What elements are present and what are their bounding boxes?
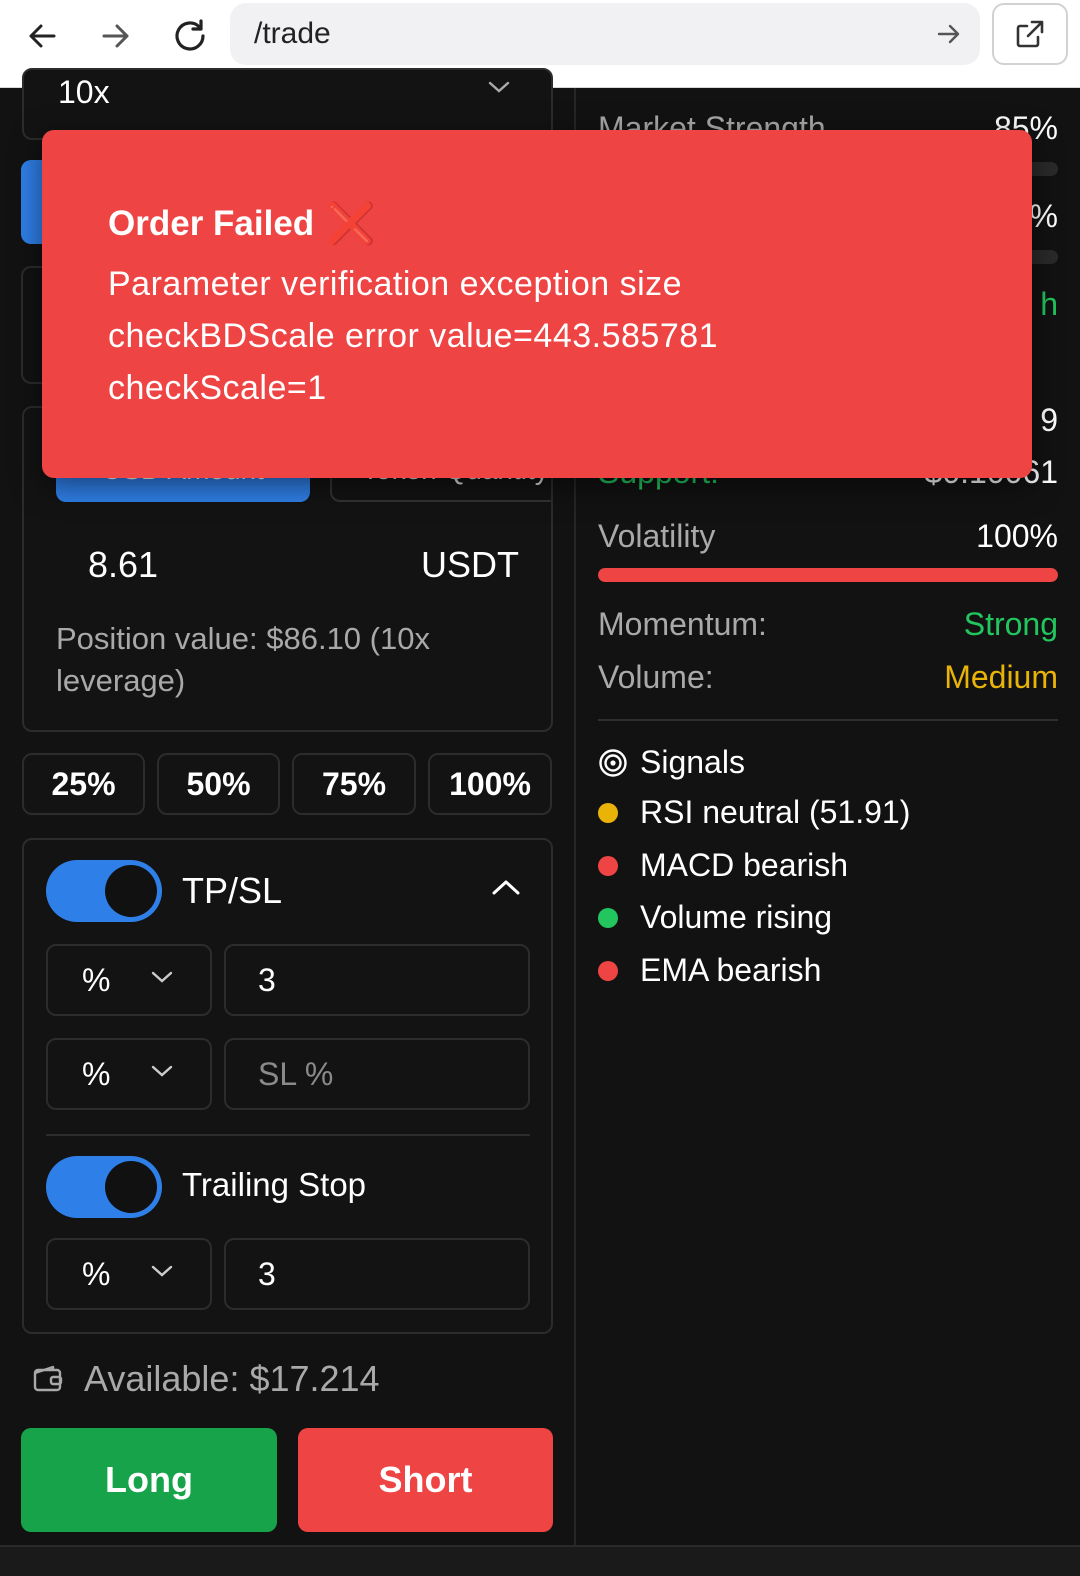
toggle-knob <box>105 865 157 917</box>
signal-dot <box>598 802 618 823</box>
divider <box>46 1134 530 1136</box>
trailing-unit-select[interactable]: % <box>46 1238 212 1310</box>
indicator-row-4-value: 9 <box>1040 402 1058 438</box>
signal-dot <box>598 907 618 928</box>
chevron-up-icon[interactable] <box>491 878 521 896</box>
signal-dot <box>598 960 618 981</box>
volatility-value: 100% <box>976 518 1058 554</box>
available-balance: Available: $17.214 <box>32 1358 380 1400</box>
wallet-icon <box>33 1365 63 1392</box>
signal-dot <box>598 855 618 876</box>
signal-item: EMA bearish <box>598 952 821 989</box>
percent-100-button[interactable]: 100% <box>428 753 552 815</box>
forward-button[interactable] <box>94 14 138 58</box>
signal-item: MACD bearish <box>598 847 848 884</box>
error-toast[interactable]: Order Failed ❌ Parameter verification ex… <box>42 130 1032 478</box>
volatility-row: Volatility 100% <box>598 518 1058 555</box>
volatility-bar-fill <box>598 568 1058 582</box>
tpsl-panel: TP/SL % 3 % SL % Trailing Stop % 3 <box>22 838 553 1334</box>
url-text: /trade <box>254 17 331 50</box>
arrow-left-icon <box>29 24 56 48</box>
target-icon <box>599 748 627 777</box>
volatility-label: Volatility <box>598 518 716 554</box>
chevron-down-icon <box>151 1065 173 1077</box>
bottom-bar <box>0 1545 1080 1576</box>
volume-label: Volume: <box>598 659 714 695</box>
chevron-down-icon <box>151 1265 173 1277</box>
momentum-value: Strong <box>963 606 1058 642</box>
sl-unit-select[interactable]: % <box>46 1038 212 1110</box>
available-text: Available: $17.214 <box>84 1358 380 1399</box>
volatility-bar <box>598 568 1058 582</box>
signals-header: Signals <box>598 744 745 781</box>
long-button[interactable]: Long <box>21 1428 277 1532</box>
amount-unit: USDT <box>421 544 519 585</box>
signal-text: RSI neutral (51.91) <box>640 794 911 830</box>
momentum-row: Momentum: Strong <box>598 606 1058 643</box>
go-arrow-icon[interactable] <box>936 21 962 47</box>
amount-input[interactable]: 8.61 <box>88 544 158 586</box>
toast-title: Order Failed <box>108 203 315 243</box>
toast-title-row: Order Failed ❌ <box>108 200 376 247</box>
chevron-down-icon <box>488 81 510 93</box>
trailing-unit-value: % <box>82 1256 111 1292</box>
toast-message: Parameter verification exception size ch… <box>108 265 719 407</box>
volume-row: Volume: Medium <box>598 659 1058 696</box>
short-button[interactable]: Short <box>298 1428 553 1532</box>
momentum-label: Momentum: <box>598 606 767 642</box>
trailing-input[interactable]: 3 <box>224 1238 530 1310</box>
signal-item: RSI neutral (51.91) <box>598 794 910 831</box>
tp-unit-select[interactable]: % <box>46 944 212 1016</box>
reload-icon <box>175 19 205 51</box>
tpsl-toggle[interactable] <box>46 860 162 922</box>
percent-75-button[interactable]: 75% <box>292 753 416 815</box>
reload-button[interactable] <box>168 14 212 58</box>
signal-text: Volume rising <box>640 899 833 935</box>
signal-text: EMA bearish <box>640 952 822 988</box>
indicator-row-2-value: % <box>1029 198 1058 234</box>
toggle-knob <box>105 1161 157 1213</box>
indicator-row-3-value: h <box>1040 286 1058 322</box>
trailing-stop-toggle[interactable] <box>46 1156 162 1218</box>
tp-unit-value: % <box>82 962 111 998</box>
cross-mark-icon: ❌ <box>326 202 376 246</box>
arrow-right-icon <box>102 24 129 48</box>
tp-input[interactable]: 3 <box>224 944 530 1016</box>
sl-input[interactable]: SL % <box>224 1038 530 1110</box>
tpsl-label: TP/SL <box>182 870 283 911</box>
signals-title: Signals <box>640 744 745 780</box>
open-external-button[interactable] <box>992 3 1068 65</box>
position-value-text: Position value: $86.10 (10x leverage) <box>56 621 430 698</box>
signal-item: Volume rising <box>598 899 832 936</box>
percent-50-button[interactable]: 50% <box>157 753 280 815</box>
chevron-down-icon <box>151 971 173 983</box>
trailing-stop-label: Trailing Stop <box>182 1166 367 1203</box>
external-link-icon <box>1016 20 1044 48</box>
signal-text: MACD bearish <box>640 847 849 883</box>
volume-value: Medium <box>944 659 1058 695</box>
address-bar[interactable]: /trade <box>230 3 980 65</box>
sl-unit-value: % <box>82 1056 111 1092</box>
leverage-value: 10x <box>58 74 110 110</box>
percent-25-button[interactable]: 25% <box>22 753 145 815</box>
back-button[interactable] <box>20 14 64 58</box>
divider <box>598 719 1058 721</box>
